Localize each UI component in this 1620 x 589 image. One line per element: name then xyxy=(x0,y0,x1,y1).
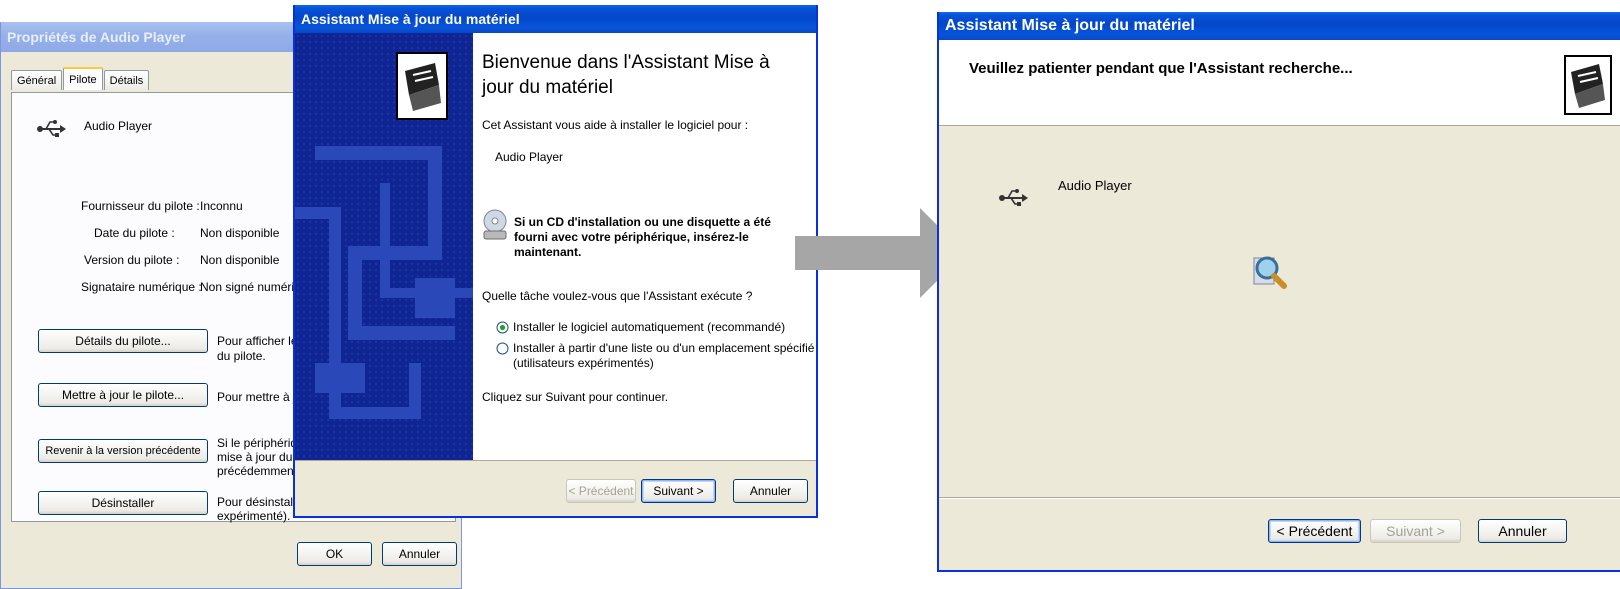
update-driver-button[interactable]: Mettre à jour le pilote... xyxy=(38,383,208,407)
task-question: Quelle tâche voulez-vous que l'Assistant… xyxy=(482,289,753,303)
version-value: Non disponible xyxy=(200,253,280,267)
tab-driver[interactable]: Pilote xyxy=(63,67,103,90)
wizard-search-title: Assistant Mise à jour du matériel xyxy=(945,17,1195,34)
cd-notice-line-3: maintenant. xyxy=(514,245,582,259)
radio-auto-selected[interactable] xyxy=(496,321,509,334)
searching-header-text: Veuillez patienter pendant que l'Assista… xyxy=(969,60,1353,77)
option-list-line-1[interactable]: Installer à partir d'une liste ou d'un e… xyxy=(513,341,814,355)
wizard-search-window: Assistant Mise à jour du matériel Veuill… xyxy=(937,12,1620,572)
signer-label: Signataire numérique : xyxy=(81,280,202,294)
properties-cancel-button[interactable]: Annuler xyxy=(382,542,457,566)
tab-strip: Général Pilote Détails xyxy=(11,67,150,90)
wizard-search-titlebar[interactable]: Assistant Mise à jour du matériel xyxy=(939,12,1620,40)
version-label: Version du pilote : xyxy=(84,253,180,267)
next-button[interactable]: Suivant > xyxy=(641,479,716,503)
cd-notice-line-2: fourni avec votre périphérique, insérez-… xyxy=(514,230,749,244)
next-button-disabled[interactable]: Suivant > xyxy=(1370,519,1461,543)
wizard-welcome-window: Assistant Mise à jour du matériel Bienve… xyxy=(293,5,818,518)
device-name: Audio Player xyxy=(84,119,153,133)
welcome-heading-line-2: jour du matériel xyxy=(482,77,613,98)
cd-notice-line-1: Si un CD d'installation ou une disquette… xyxy=(514,215,771,229)
welcome-heading-line-1: Bienvenue dans l'Assistant Mise à xyxy=(482,52,770,73)
uninstall-desc-2: expérimenté). xyxy=(217,509,291,523)
footer-divider xyxy=(939,497,1620,499)
signer-value: Non signé numériqu xyxy=(200,280,308,294)
continue-hint: Cliquez sur Suivant pour continuer. xyxy=(482,390,669,404)
option-auto-label[interactable]: Installer le logiciel automatiquement (r… xyxy=(513,320,785,334)
welcome-intro: Cet Assistant vous aide à installer le l… xyxy=(482,118,749,132)
wizard-welcome-footer: < Précédent Suivant > Annuler xyxy=(295,460,816,516)
wizard-banner xyxy=(295,33,473,462)
driver-details-desc-2: du pilote. xyxy=(217,349,266,363)
date-value: Non disponible xyxy=(200,226,280,240)
search-device-name: Audio Player xyxy=(1058,178,1132,193)
ok-button[interactable]: OK xyxy=(297,542,372,566)
date-label: Date du pilote : xyxy=(94,226,175,240)
usb-icon xyxy=(999,189,1028,206)
usb-icon xyxy=(37,120,66,137)
wizard-search-cancel-button[interactable]: Annuler xyxy=(1478,519,1567,543)
search-magnifier-icon xyxy=(1253,256,1287,289)
wizard-welcome-titlebar[interactable]: Assistant Mise à jour du matériel xyxy=(295,5,816,33)
welcome-device: Audio Player xyxy=(495,150,564,164)
option-list-line-2[interactable]: (utilisateurs expérimentés) xyxy=(513,356,654,370)
driver-details-desc-1: Pour afficher les xyxy=(217,334,304,348)
wizard-welcome-cancel-button[interactable]: Annuler xyxy=(733,479,808,503)
tab-details[interactable]: Détails xyxy=(103,70,150,90)
provider-label: Fournisseur du pilote : xyxy=(81,199,200,213)
radio-list[interactable] xyxy=(496,342,509,355)
wizard-welcome-title: Assistant Mise à jour du matériel xyxy=(301,11,520,27)
wizard-search-header: Veuillez patienter pendant que l'Assista… xyxy=(939,40,1620,126)
cd-drive-icon xyxy=(483,209,507,240)
back-button[interactable]: < Précédent xyxy=(1268,519,1361,543)
hardware-wizard-icon xyxy=(396,52,448,120)
driver-details-button[interactable]: Détails du pilote... xyxy=(38,329,208,353)
rollback-driver-button[interactable]: Revenir à la version précédente xyxy=(38,439,208,463)
properties-title: Propriétés de Audio Player xyxy=(7,29,186,45)
hardware-wizard-icon xyxy=(1564,55,1612,115)
back-button-disabled[interactable]: < Précédent xyxy=(566,479,636,503)
uninstall-button[interactable]: Désinstaller xyxy=(38,491,208,515)
provider-value: Inconnu xyxy=(200,199,243,213)
tab-general[interactable]: Général xyxy=(11,70,63,90)
